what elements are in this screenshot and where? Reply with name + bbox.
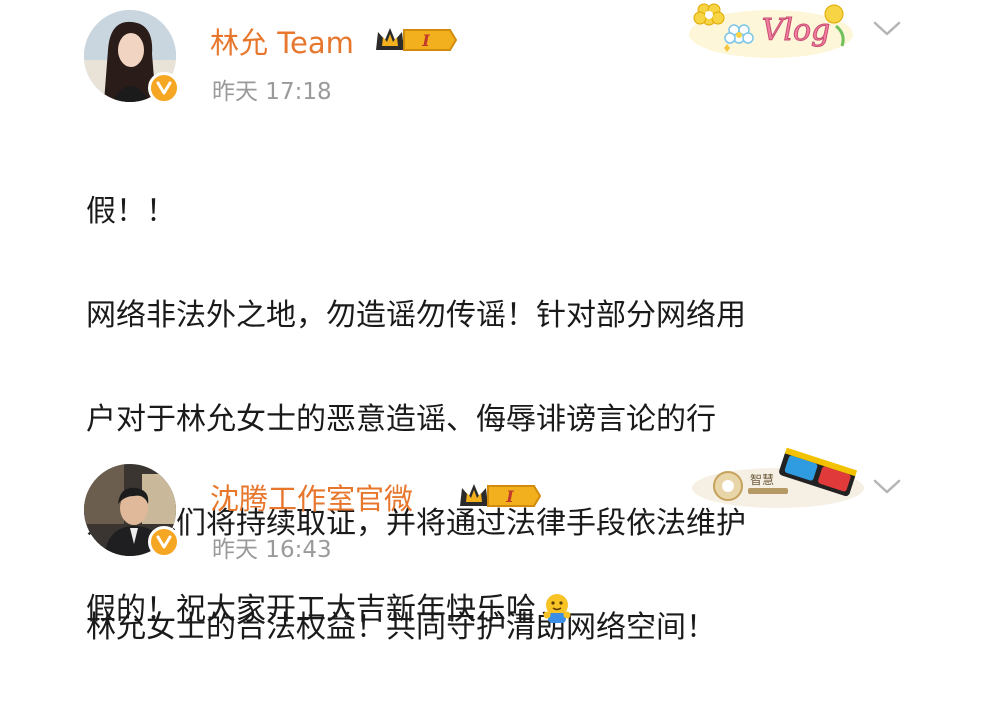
crown-badge-icon[interactable]: I [458, 480, 542, 512]
post-time: 昨天 16:43 [212, 537, 332, 563]
content-line: 假的！祝大家开工大吉新年快乐哈 [86, 592, 536, 627]
vlog-flower-sticker: Vlog [686, 0, 856, 58]
weibo-post: 沈腾工作室官微 I 昨天 16:43 智慧 假的！祝大家开工大吉新年快乐哈 [0, 440, 993, 646]
svg-text:I: I [505, 487, 514, 506]
verified-icon [148, 72, 180, 104]
author-name[interactable]: 林允 Team [210, 20, 354, 62]
content-line: 网络非法外之地，勿造谣勿传谣！针对部分网络用 [86, 298, 746, 333]
chevron-down-icon[interactable] [872, 18, 902, 40]
svg-text:I: I [421, 31, 430, 50]
crown-badge-icon[interactable]: I [374, 24, 458, 56]
content-line: 假！！ [86, 194, 176, 229]
chevron-down-icon[interactable] [872, 476, 902, 498]
svg-text:Vlog: Vlog [762, 13, 831, 48]
content-line: 户对于林允女士的恶意造谣、侮辱诽谤言论的行 [86, 402, 716, 437]
author-name[interactable]: 沈腾工作室官微 [210, 476, 413, 518]
post-content: 假的！祝大家开工大吉新年快乐哈 [86, 584, 906, 642]
post-time: 昨天 17:18 [212, 79, 332, 105]
svg-text:智慧: 智慧 [750, 472, 774, 487]
3d-glasses-sticker: 智慧 [688, 444, 868, 510]
verified-icon [148, 526, 180, 558]
hug-emoji-icon [540, 590, 574, 642]
weibo-post: 林允 Team I 昨天 17:18 Vlog 假！！ 网络非法外之地，勿造谣勿… [0, 0, 993, 645]
